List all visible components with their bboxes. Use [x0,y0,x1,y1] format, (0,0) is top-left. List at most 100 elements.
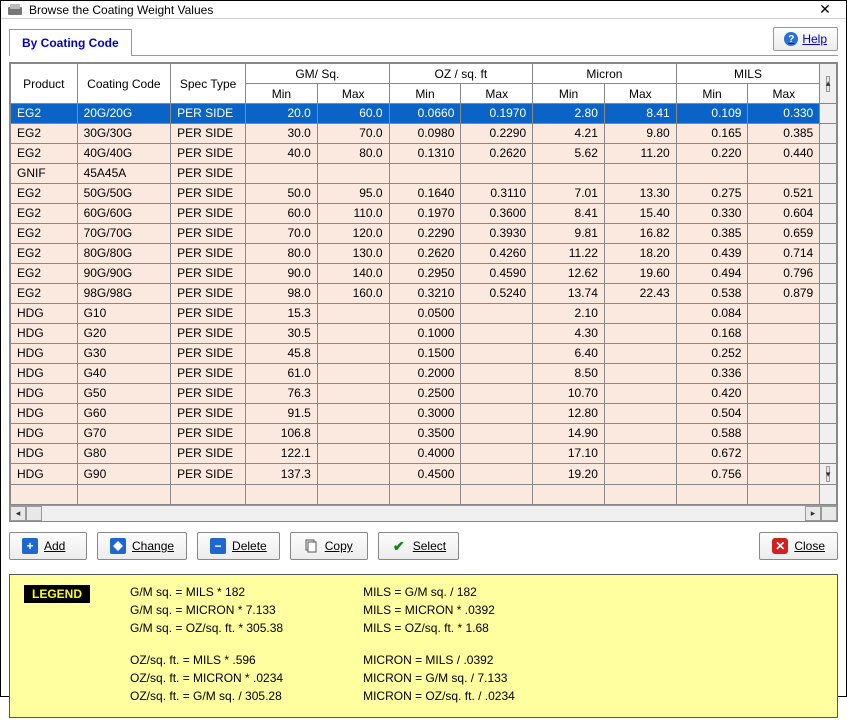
cell-oz_max [461,344,533,364]
legend-right-col: MILS = G/M sq. / 182MILS = MICRON * .039… [363,585,515,703]
vscroll-track[interactable] [820,424,837,444]
vscroll-track[interactable] [820,344,837,364]
vscroll-track[interactable] [820,444,837,464]
hscroll-left2[interactable] [26,506,42,521]
table-row[interactable]: HDGG80PER SIDE122.10.400017.100.672 [11,444,837,464]
table-row[interactable]: HDGG50PER SIDE76.30.250010.700.420 [11,384,837,404]
table-row[interactable]: EG280G/80GPER SIDE80.0130.00.26200.42601… [11,244,837,264]
titlebar: Browse the Coating Weight Values ✕ [1,1,846,19]
vscroll-track[interactable] [820,324,837,344]
col-gm-max[interactable]: Max [317,84,389,104]
table-row[interactable]: EG240G/40GPER SIDE40.080.00.13100.26205.… [11,144,837,164]
cell-ml_max: 0.714 [748,244,820,264]
tab-by-coating-code[interactable]: By Coating Code [9,29,132,56]
plus-icon: + [22,538,38,554]
col-gm-min[interactable]: Min [246,84,318,104]
table-row[interactable]: EG290G/90GPER SIDE90.0140.00.29500.45901… [11,264,837,284]
cell-ml_min: 0.275 [676,184,748,204]
vscroll-track[interactable] [820,364,837,384]
change-icon [110,538,126,554]
vscroll-track[interactable] [820,264,837,284]
table-row[interactable]: HDGG90PER SIDE137.30.450019.200.756▾ [11,464,837,485]
hscroll-right[interactable]: ▸ [805,506,821,521]
hscroll-track[interactable] [42,506,805,521]
window-close-button[interactable]: ✕ [810,1,840,18]
cell-ml_max: 0.879 [748,284,820,304]
legend-line: OZ/sq. ft. = MICRON * .0234 [130,671,283,685]
cell-ml_min: 0.439 [676,244,748,264]
close-button[interactable]: ✕ Close [759,532,838,560]
cell-code: G30 [77,344,171,364]
vscroll-track[interactable] [820,244,837,264]
cell-product: EG2 [11,264,78,284]
select-button[interactable]: ✔ Select [378,532,459,560]
cell-mi_min: 12.62 [533,264,605,284]
change-button[interactable]: Change [97,532,187,560]
cell-mi_min: 14.90 [533,424,605,444]
help-button[interactable]: ? Help [773,27,838,51]
table-row[interactable]: HDGG70PER SIDE106.80.350014.900.588 [11,424,837,444]
cell-oz_min: 0.0500 [389,304,461,324]
cell-spec: PER SIDE [171,444,246,464]
table-row[interactable]: HDGG20PER SIDE30.50.10004.300.168 [11,324,837,344]
table-row[interactable]: EG260G/60GPER SIDE60.0110.00.19700.36008… [11,204,837,224]
cell-ml_min: 0.220 [676,144,748,164]
cell-gm_min: 80.0 [246,244,318,264]
vscroll-track[interactable] [820,164,837,184]
col-group-oz[interactable]: OZ / sq. ft [389,64,533,84]
col-group-gm[interactable]: GM/ Sq. [246,64,390,84]
col-spec-type[interactable]: Spec Type [171,64,246,104]
vscroll-track[interactable] [820,184,837,204]
vscroll-up[interactable]: ▴ [820,64,837,104]
cell-gm_max [317,324,389,344]
col-ml-min[interactable]: Min [676,84,748,104]
cell-oz_min: 0.1000 [389,324,461,344]
vscroll-down[interactable]: ▾ [820,464,837,485]
cell-ml_max [748,404,820,424]
table-row[interactable]: EG230G/30GPER SIDE30.070.00.09800.22904.… [11,124,837,144]
col-coating-code[interactable]: Coating Code [77,64,171,104]
cell-mi_max: 13.30 [604,184,676,204]
table-row[interactable]: EG298G/98GPER SIDE98.0160.00.32100.52401… [11,284,837,304]
table-row[interactable]: GNIF45A45APER SIDE [11,164,837,184]
table-row[interactable]: HDGG30PER SIDE45.80.15006.400.252 [11,344,837,364]
col-oz-min[interactable]: Min [389,84,461,104]
vscroll-track[interactable] [820,204,837,224]
table-row[interactable]: EG220G/20GPER SIDE20.060.00.06600.19702.… [11,104,837,124]
col-group-mils[interactable]: MILS [676,64,820,84]
hscrollbar[interactable]: ◂ ▸ [10,505,837,521]
cell-mi_max [604,344,676,364]
col-mi-max[interactable]: Max [604,84,676,104]
add-button[interactable]: + Add [9,532,87,560]
table-row[interactable]: HDGG40PER SIDE61.00.20008.500.336 [11,364,837,384]
vscroll-track[interactable] [820,304,837,324]
col-oz-max[interactable]: Max [461,84,533,104]
app-icon [7,2,23,18]
vscroll-track[interactable] [820,144,837,164]
table-row[interactable]: EG270G/70GPER SIDE70.0120.00.22900.39309… [11,224,837,244]
col-group-micron[interactable]: Micron [533,64,677,84]
col-ml-max[interactable]: Max [748,84,820,104]
table-row[interactable]: HDGG10PER SIDE15.30.05002.100.084 [11,304,837,324]
cell-gm_min: 90.0 [246,264,318,284]
vscroll-track[interactable] [820,384,837,404]
table-row[interactable]: HDGG60PER SIDE91.50.300012.800.504 [11,404,837,424]
vscroll-track[interactable] [820,224,837,244]
col-mi-min[interactable]: Min [533,84,605,104]
delete-button[interactable]: − Delete [197,532,280,560]
hscroll-left[interactable]: ◂ [10,506,26,521]
cell-gm_min: 30.5 [246,324,318,344]
col-product[interactable]: Product [11,64,78,104]
coating-grid[interactable]: Product Coating Code Spec Type GM/ Sq. O… [10,63,837,505]
cell-mi_min: 5.62 [533,144,605,164]
cell-ml_min: 0.494 [676,264,748,284]
vscroll-track[interactable] [820,404,837,424]
table-row[interactable]: EG250G/50GPER SIDE50.095.00.16400.31107.… [11,184,837,204]
change-label: Change [132,539,174,553]
copy-button[interactable]: Copy [290,532,368,560]
vscroll-track[interactable] [820,104,837,124]
vscroll-track[interactable] [820,124,837,144]
legend-line: MILS = OZ/sq. ft. * 1.68 [363,621,515,635]
cell-ml_max [748,424,820,444]
vscroll-track[interactable] [820,284,837,304]
